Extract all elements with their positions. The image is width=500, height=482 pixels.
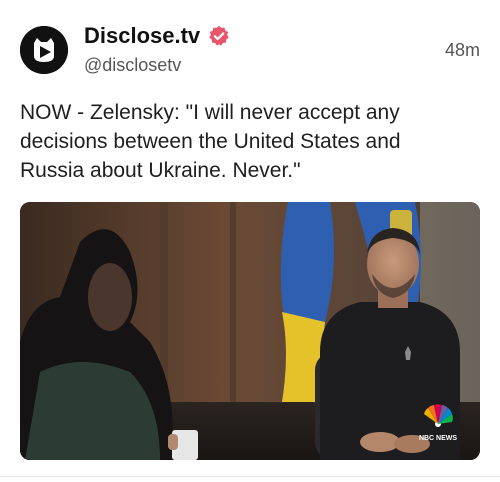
author-avatar[interactable] xyxy=(20,26,68,74)
post-card[interactable]: Disclose.tv @disclosetv 48m NOW - Zelens… xyxy=(0,0,500,482)
post-timestamp: 48m xyxy=(444,40,480,60)
author-handle[interactable]: @disclosetv xyxy=(84,55,181,76)
interview-photo: NBC NEWS xyxy=(20,202,480,460)
disclose-logo-icon xyxy=(20,26,68,74)
author-name-row: Disclose.tv xyxy=(84,23,230,49)
author-display-name[interactable]: Disclose.tv xyxy=(84,23,200,49)
post-media-image[interactable]: NBC NEWS xyxy=(20,202,480,460)
nbc-news-watermark: NBC NEWS xyxy=(419,435,457,442)
post-text: NOW - Zelensky: "I will never accept any… xyxy=(20,101,401,182)
verified-badge-icon xyxy=(209,25,229,46)
divider xyxy=(0,476,500,477)
